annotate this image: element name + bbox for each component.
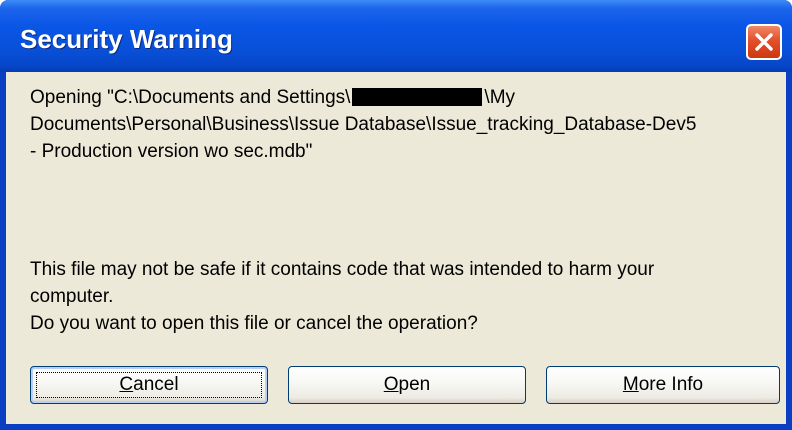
more-info-button-label: More Info — [623, 374, 703, 395]
open-button[interactable]: Open — [288, 366, 526, 404]
open-button-label: Open — [384, 374, 430, 395]
file-path-message: Opening "C:\Documents and Settings\ \My D… — [30, 84, 770, 165]
open-accelerator: O — [383, 374, 399, 395]
warning-line-2: computer. — [30, 286, 114, 307]
warning-line-1: This file may not be safe if it contains… — [30, 259, 655, 280]
title-bar[interactable]: Security Warning — [0, 0, 792, 72]
warning-line-3: Do you want to open this file or cancel … — [30, 313, 478, 334]
close-button[interactable] — [746, 24, 782, 60]
dialog-body: Opening "C:\Documents and Settings\ \My D… — [6, 72, 786, 424]
message-line-1-suffix: \My — [484, 87, 516, 108]
security-warning-text: This file may not be safe if it contains… — [30, 256, 780, 337]
message-line-1-prefix: Opening "C:\Documents and Settings\ — [30, 87, 351, 108]
more-info-accelerator: M — [622, 374, 639, 395]
close-icon — [755, 33, 773, 51]
message-line-2: Documents\Personal\Business\Issue Databa… — [30, 114, 697, 135]
cancel-accelerator: C — [119, 374, 134, 395]
cancel-label-rest: ancel — [133, 374, 179, 395]
cancel-button[interactable]: Cancel — [30, 366, 268, 404]
redacted-username — [352, 88, 483, 106]
open-label-rest: pen — [398, 374, 431, 395]
cancel-button-label: Cancel — [119, 374, 178, 395]
window-title: Security Warning — [20, 24, 233, 54]
message-line-3: - Production version wo sec.mdb" — [30, 141, 313, 162]
security-warning-dialog: Security Warning Opening "C:\Documents a… — [0, 0, 792, 430]
more-info-button[interactable]: More Info — [546, 366, 780, 404]
more-info-label-rest: ore Info — [638, 374, 704, 395]
